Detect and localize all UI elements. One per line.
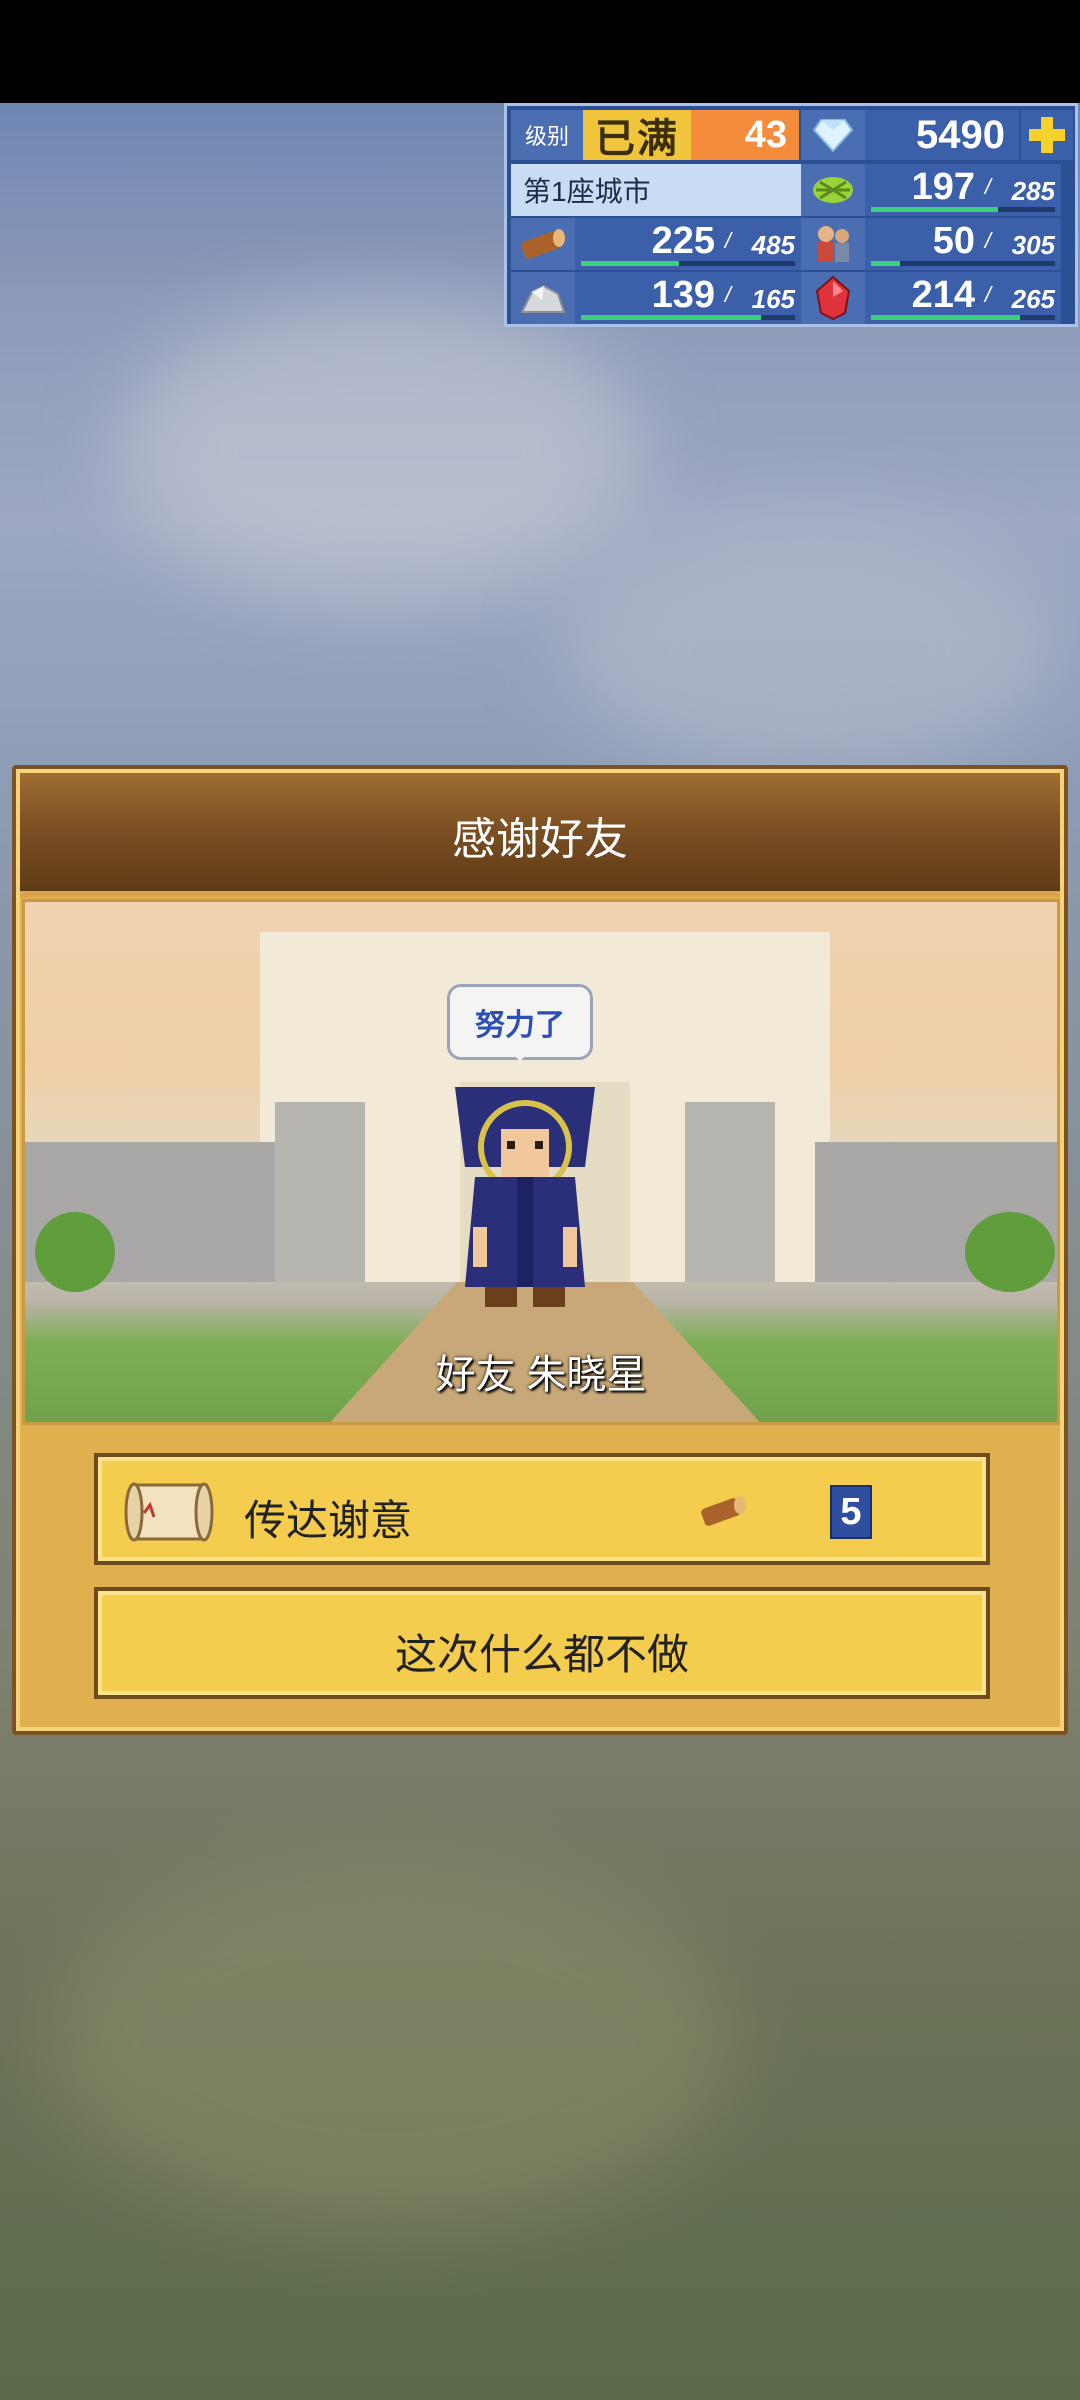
resource-hud: 级别 已满 43 5490 第1座城市 197/285 225/485 50/3… <box>504 103 1078 327</box>
ore-value: 139/165 <box>575 272 801 324</box>
grain-icon <box>801 164 865 216</box>
tree <box>965 1212 1055 1292</box>
add-gems-button[interactable] <box>1021 110 1073 160</box>
ground-blur <box>40 1850 740 2230</box>
level-max-badge: 已满 <box>583 110 691 161</box>
tower-left <box>275 1102 365 1282</box>
workers-icon <box>801 218 865 270</box>
speech-bubble: 努力了 <box>447 984 593 1061</box>
gem-count: 5490 <box>865 110 1019 160</box>
tree <box>35 1212 115 1292</box>
red-gem-icon <box>801 272 865 324</box>
castle-scene: 努力了 好友 朱晓星 <box>22 899 1060 1425</box>
wizard-character <box>445 1077 605 1317</box>
grain-value: 197/285 <box>865 164 1061 216</box>
cloud <box>120 300 640 600</box>
ore-icon <box>511 272 575 324</box>
level-label: 级别 <box>511 110 583 160</box>
friend-name: 好友 朱晓星 <box>435 1353 647 1397</box>
scroll-icon <box>124 1482 214 1542</box>
do-nothing-button[interactable]: 这次什么都不做 <box>94 1587 990 1699</box>
thanks-cost: 5 <box>830 1485 872 1539</box>
wood-log-icon <box>511 218 575 270</box>
do-nothing-label: 这次什么都不做 <box>394 1631 689 1678</box>
thank-friend-dialog: 感谢好友 努力了 好友 朱晓星 传达谢意 5 这次什么都不做 <box>12 765 1068 1735</box>
city-name: 第1座城市 <box>511 164 801 216</box>
wood-value: 225/485 <box>575 218 801 270</box>
dialog-title: 感谢好友 <box>452 815 628 864</box>
cloud <box>560 520 1060 780</box>
wood-log-icon <box>701 1496 746 1526</box>
level-value: 43 <box>691 110 799 160</box>
workers-value: 50/305 <box>865 218 1061 270</box>
dialog-header: 感谢好友 <box>20 773 1060 897</box>
send-thanks-button[interactable]: 传达谢意 5 <box>94 1453 990 1565</box>
tower-right <box>685 1102 775 1282</box>
red-gem-value: 214/265 <box>865 272 1061 324</box>
diamond-icon <box>801 110 865 160</box>
send-thanks-label: 传达谢意 <box>244 1497 413 1544</box>
